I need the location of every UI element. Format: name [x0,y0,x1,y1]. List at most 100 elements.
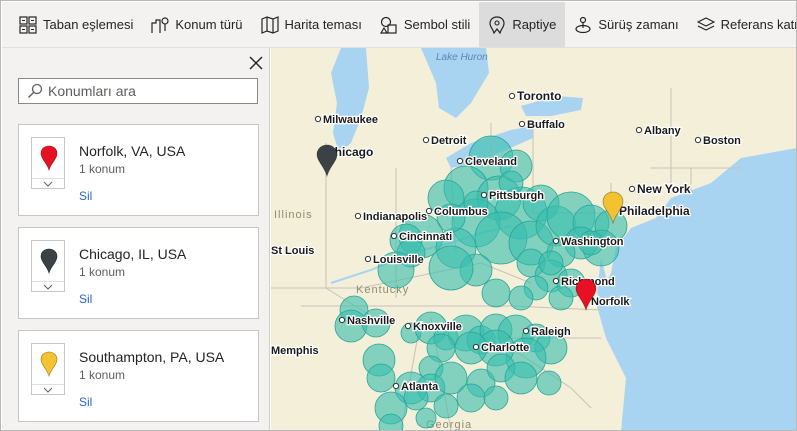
location-count: 1 konum [79,162,126,176]
map-svg: Lake Huron Illinois Kentucky Georgia Tor… [271,48,796,430]
location-title: Chicago, IL, USA [79,246,187,262]
city-label: Buffalo [527,119,565,131]
location-count: 1 konum [79,368,126,382]
pin-icon [40,351,58,377]
city-label: Atlanta [401,381,439,393]
map-theme-icon [260,15,279,34]
city-dot [422,136,430,144]
toolbar-location-type-button[interactable]: Konum türü [142,2,251,47]
pin-icon [40,145,58,171]
location-card: Norfolk, VA, USA 1 konum Sil [18,124,259,216]
remove-location-link[interactable]: Sil [79,189,92,203]
map-toolbar: Taban eşlemesi Konum türü Harita teması [2,2,796,48]
location-card: Southampton, PA, USA 1 konum Sil [18,330,259,422]
data-bubble[interactable] [504,361,538,395]
location-card: Chicago, IL, USA 1 konum Sil [18,227,259,319]
toolbar-map-theme-button[interactable]: Harita teması [252,2,371,47]
city-label: Pittsburgh [489,190,544,202]
city-dot [472,343,480,351]
pin-color-picker[interactable] [31,240,65,292]
city-dot [456,157,464,165]
data-bubble[interactable] [415,407,437,429]
basemap-grid-icon [19,15,37,34]
city-label: Norfolk [591,296,630,308]
city-label: Detroit [431,135,467,147]
city-label: Memphis [271,345,319,357]
pin-color-picker[interactable] [31,343,65,395]
data-bubble[interactable] [428,245,474,291]
city-label: Milwaukee [323,114,378,126]
city-label: Toronto [517,89,561,103]
toolbar-label: Sürüş zamanı [598,17,679,32]
toolbar-label: Referans katmanı [720,17,796,32]
city-label: Cincinnati [399,231,452,243]
city-dot [635,126,643,134]
toolbar-pin-button[interactable]: Raptiye [479,2,566,47]
pin-color-picker[interactable] [31,137,65,189]
data-bubble[interactable] [483,385,509,411]
city-dot [338,316,346,324]
city-dot [314,115,322,123]
city-label: Knoxville [413,321,462,333]
remove-location-link[interactable]: Sil [79,395,92,409]
city-label: Washington [561,236,624,248]
data-bubble[interactable] [481,278,511,308]
toolbar-drive-time-button[interactable]: Sürüş zamanı [565,2,687,47]
toolbar-label: Taban eşlemesi [43,17,134,32]
city-dot [628,185,636,193]
city-dot [392,382,400,390]
city-dot [390,232,398,240]
symbol-style-icon [379,16,397,34]
city-dot [480,191,488,199]
reference-layer-icon [696,16,715,31]
city-dot [522,327,530,335]
location-search-box[interactable] [18,78,258,104]
city-label: Cleveland [465,156,517,168]
toolbar-label: Sembol stili [403,17,471,32]
chevron-down-icon [32,178,64,189]
city-label: Columbus [434,206,488,218]
search-icon [28,83,43,98]
data-bubble[interactable] [433,393,459,419]
data-bubble[interactable] [456,383,486,413]
city-label: Indianapolis [363,211,427,223]
chevron-down-icon [32,384,64,395]
city-label: Albany [644,125,682,137]
map-canvas[interactable]: Lake Huron Illinois Kentucky Georgia Tor… [271,48,796,430]
water-label: Lake Huron [436,52,488,63]
location-title: Southampton, PA, USA [79,349,225,365]
toolbar-reference-layer-button[interactable]: Referans katmanı [688,2,796,47]
city-label: New York [637,182,691,196]
city-label: Philadelphia [619,204,690,218]
city-dot [508,92,516,100]
close-icon[interactable] [247,54,265,72]
city-dot [518,120,526,128]
toolbar-symbol-style-button[interactable]: Sembol stili [371,2,479,47]
city-label: St Louis [271,245,314,257]
city-dot [552,237,560,245]
city-label: Nashville [347,315,395,327]
data-bubble[interactable] [366,363,396,393]
toolbar-label: Harita teması [284,17,362,32]
city-dot [364,255,372,263]
city-label: Louisville [373,254,424,266]
data-bubble[interactable] [548,285,574,311]
map-visual-frame: Taban eşlemesi Konum türü Harita teması [0,0,797,431]
toolbar-label: Konum türü [175,17,243,32]
city-dot [404,322,412,330]
data-bubble[interactable] [536,370,562,396]
toolbar-label: Raptiye [512,17,557,32]
data-bubble[interactable] [508,285,534,311]
chevron-down-icon [32,281,64,292]
location-title: Norfolk, VA, USA [79,143,186,159]
toolbar-basemap-button[interactable]: Taban eşlemesi [10,2,142,47]
remove-location-link[interactable]: Sil [79,292,92,306]
pin-icon [489,15,505,34]
pin-locations-panel: Norfolk, VA, USA 1 konum Sil Chicago, IL… [2,48,270,430]
drive-time-icon [575,16,591,33]
search-input[interactable] [48,83,248,99]
city-label: Charlotte [481,342,529,354]
data-bubble[interactable] [538,250,564,276]
location-type-icon [151,16,169,33]
pin-icon [40,248,58,274]
